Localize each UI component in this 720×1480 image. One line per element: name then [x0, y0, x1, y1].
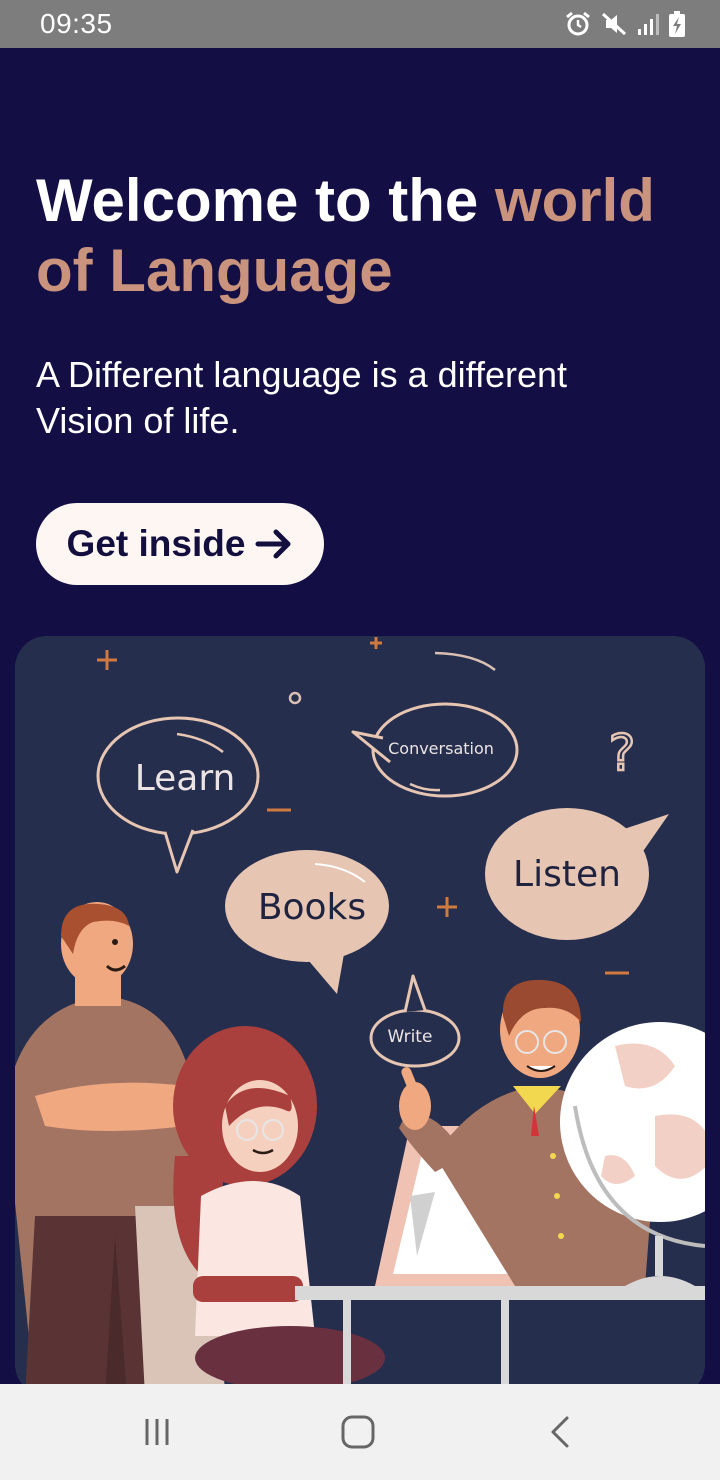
welcome-subtitle: A Different language is a different Visi… [36, 354, 568, 441]
status-bar: 09:35 [0, 0, 720, 48]
home-icon [341, 1415, 375, 1449]
home-button[interactable] [328, 1410, 388, 1454]
recent-apps-icon [145, 1419, 169, 1445]
books-bubble: Books [225, 850, 389, 994]
back-icon [551, 1416, 569, 1448]
welcome-title: Welcome to the world of Language [36, 166, 686, 306]
battery-icon [669, 11, 685, 37]
books-text: Books [258, 887, 366, 928]
hero-illustration: Learn Conversation ? Books Listen Write [15, 636, 705, 1396]
learn-bubble: Learn [96, 716, 260, 874]
conversation-bubble: Conversation [351, 702, 519, 798]
illustration-svg: Learn Conversation ? Books Listen Write [15, 637, 705, 1396]
listen-bubble: Listen [485, 808, 669, 940]
get-inside-button[interactable]: Get inside [36, 503, 324, 585]
arrow-right-icon [255, 529, 291, 559]
get-inside-label: Get inside [66, 523, 246, 564]
listen-text: Listen [513, 854, 621, 895]
recent-apps-button[interactable] [127, 1410, 187, 1454]
back-button[interactable] [530, 1410, 590, 1454]
mute-icon [601, 12, 627, 36]
learn-text: Learn [135, 758, 236, 799]
write-text: Write [388, 1027, 433, 1047]
question-mark-icon: ? [609, 724, 636, 782]
title-plain: Welcome to the [36, 167, 495, 234]
write-bubble: Write [369, 974, 461, 1068]
alarm-icon [566, 11, 590, 36]
seated-woman-figure [173, 1026, 385, 1390]
conversation-text: Conversation [388, 739, 494, 758]
status-time: 09:35 [40, 8, 113, 39]
navigation-bar [0, 1384, 720, 1480]
status-icons [564, 10, 686, 38]
signal-icon [638, 14, 659, 35]
